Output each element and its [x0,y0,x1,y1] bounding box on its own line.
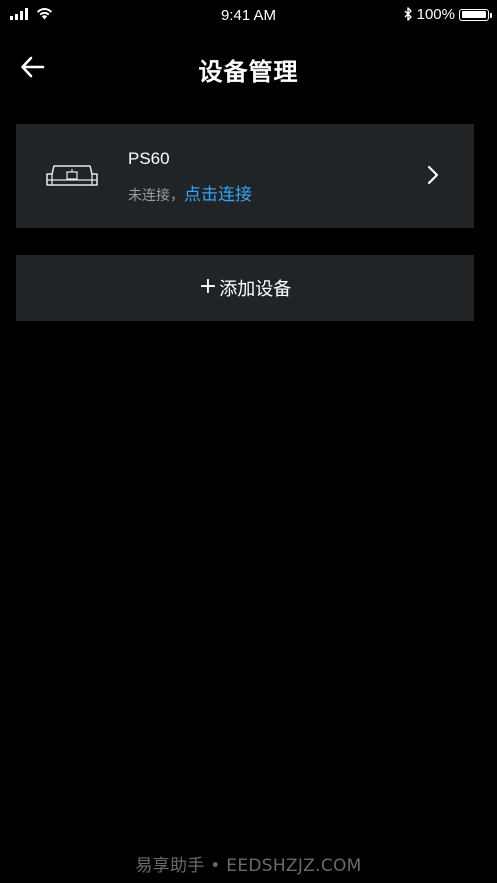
nav-bar: 设备管理 [0,40,497,96]
battery-percent: 100% [416,6,455,23]
watermark: 易享助手 • EEDSHZJZ.COM [135,856,362,876]
plus-icon: + [198,273,218,299]
page-title: 设备管理 [198,58,299,86]
device-card[interactable]: PS60 未连接，点击连接 [16,124,474,228]
status-right: 100% [404,6,492,23]
status-bar: 9:41 AM 100% [0,0,497,32]
keyboard-icon [44,162,100,192]
add-device-label: 添加设备 [219,279,292,300]
chevron-right-icon [426,164,440,190]
battery-fill [461,11,486,18]
connect-link[interactable]: 点击连接 [184,185,252,205]
bluetooth-icon [404,7,412,21]
device-status-line: 未连接，点击连接 [128,180,252,205]
add-device-button[interactable]: + 添加设备 [16,255,474,321]
device-name: PS60 [128,149,170,168]
battery-icon [459,8,492,21]
device-status: 未连接， [128,188,184,204]
